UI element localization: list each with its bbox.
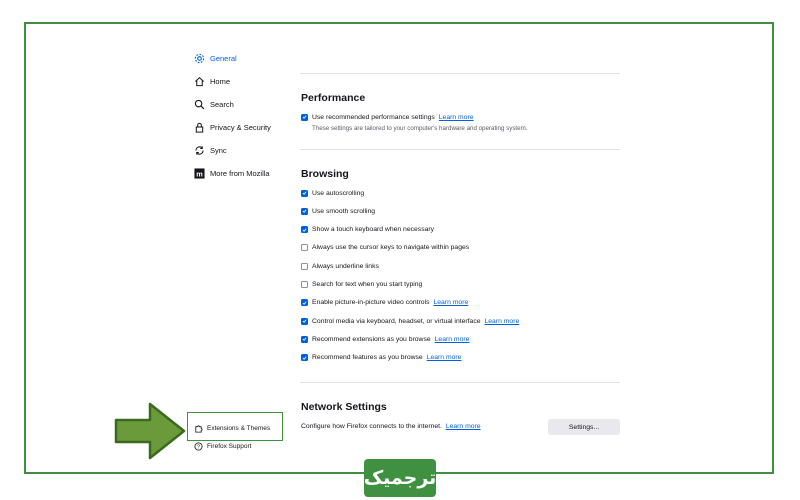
watermark-text: ترجمیک [363,467,437,489]
lock-icon [193,121,205,133]
browsing-option-label: Always underline links [312,262,379,270]
sidebar-item-sync[interactable]: Sync [193,142,227,158]
extensions-highlight-box [187,412,283,441]
browsing-option[interactable]: Enable picture-in-picture video controls… [301,298,468,308]
divider [300,73,620,74]
browsing-option-label: Always use the cursor keys to navigate w… [312,244,470,252]
browsing-option[interactable]: Use smooth scrolling [301,206,375,216]
mozilla-icon: m [193,167,205,179]
recommended-performance-checkbox[interactable] [301,113,308,121]
sidebar-item-general[interactable]: General [193,50,237,66]
network-settings-button[interactable]: Settings... [548,419,620,435]
svg-text:m: m [196,169,203,178]
browsing-option-label: Use autoscrolling [312,189,365,197]
performance-description: These settings are tailored to your comp… [312,125,528,132]
browsing-option-checkbox[interactable] [301,244,308,252]
browsing-option[interactable]: Show a touch keyboard when necessary [301,225,434,235]
sidebar-item-search[interactable]: Search [193,96,234,112]
browsing-option-learn-more-link[interactable]: Learn more [485,318,520,325]
network-settings-description: Configure how Firefox connects to the in… [301,423,481,430]
gear-icon [193,52,205,64]
recommended-performance-option[interactable]: Use recommended performance settings Lea… [301,112,474,122]
browsing-option-label: Search for text when you start typing [312,281,423,288]
browsing-option-checkbox[interactable] [301,354,308,362]
svg-text:?: ? [197,444,200,450]
browsing-option-label: Show a touch keyboard when necessary [312,226,435,234]
browsing-option[interactable]: Use autoscrolling [301,188,364,198]
help-icon: ? [193,441,203,451]
browsing-option-checkbox[interactable] [301,317,308,325]
sidebar-item-label: Privacy & Security [210,122,271,132]
sidebar-item-label: Sync [210,145,227,155]
network-settings-title: Network Settings [301,401,387,413]
sidebar-item-label: General [210,53,237,63]
network-learn-more-link[interactable]: Learn more [446,423,481,430]
browsing-option-label: Recommend extensions as you browse [312,335,431,343]
browsing-option[interactable]: Search for text when you start typing [301,280,422,290]
sidebar-item-home[interactable]: Home [193,73,230,89]
sidebar-item-privacy[interactable]: Privacy & Security [193,119,271,135]
performance-title: Performance [301,92,366,104]
browsing-option[interactable]: Recommend features as you browse Learn mo… [301,353,461,363]
network-description-text: Configure how Firefox connects to the in… [301,423,442,430]
recommended-performance-label: Use recommended performance settings [312,113,435,121]
sidebar-item-label: More from Mozilla [210,168,270,178]
browsing-option[interactable]: Always use the cursor keys to navigate w… [301,243,469,253]
sidebar-footer-label: Firefox Support [207,442,252,450]
browsing-option-learn-more-link[interactable]: Learn more [435,336,470,343]
sidebar-footer-support[interactable]: ? Firefox Support [193,441,251,451]
sidebar-item-label: Search [210,99,234,109]
browsing-option-label: Enable picture-in-picture video controls [312,299,430,307]
sidebar-item-label: Home [210,76,231,86]
sidebar-item-more-from-mozilla[interactable]: m More from Mozilla [193,165,270,181]
search-icon [193,98,205,110]
performance-learn-more-link[interactable]: Learn more [439,114,474,121]
browsing-option-checkbox[interactable] [301,189,308,197]
browsing-option-checkbox[interactable] [301,262,308,270]
browsing-option-checkbox[interactable] [301,281,308,288]
browsing-option[interactable]: Recommend extensions as you browse Learn … [301,334,469,344]
browsing-option-label: Use smooth scrolling [312,207,376,215]
divider [300,382,620,383]
browsing-option[interactable]: Always underline links [301,261,379,271]
browsing-option-checkbox[interactable] [301,335,308,343]
browsing-option-learn-more-link[interactable]: Learn more [427,354,462,361]
home-icon [193,75,205,87]
browsing-option-label: Control media via keyboard, headset, or … [312,317,481,325]
browsing-option-checkbox[interactable] [301,299,308,307]
browsing-option[interactable]: Control media via keyboard, headset, or … [301,316,519,326]
arrow-right-icon [114,402,186,460]
browsing-option-checkbox[interactable] [301,207,308,215]
browsing-option-label: Recommend features as you browse [312,354,423,362]
browsing-option-learn-more-link[interactable]: Learn more [434,299,469,306]
browsing-title: Browsing [301,168,349,180]
divider [300,149,620,150]
browsing-option-checkbox[interactable] [301,226,308,234]
sync-icon [193,144,205,156]
watermark-logo: ترجمیک [364,459,436,497]
